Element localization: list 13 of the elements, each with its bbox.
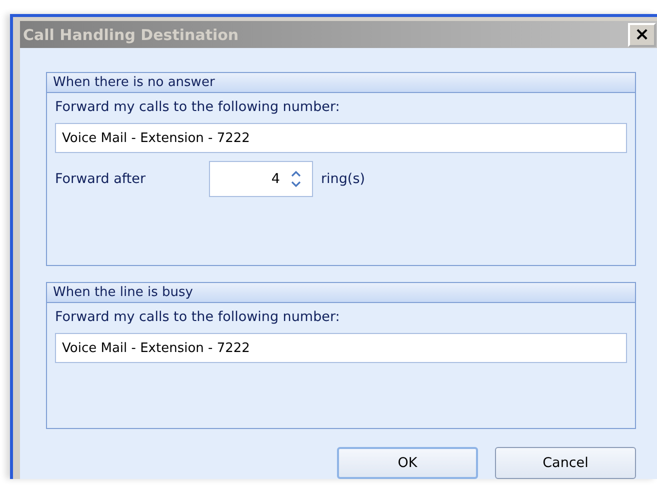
- destination-field[interactable]: Voice Mail - Extension - 7222: [55, 123, 627, 153]
- window-title: Call Handling Destination: [23, 26, 239, 44]
- rings-unit: ring(s): [321, 171, 365, 187]
- forward-after-label: Forward after: [55, 171, 147, 187]
- group-header: When the line is busy: [47, 283, 635, 303]
- close-button[interactable]: ×: [628, 22, 656, 46]
- group-header: When there is no answer: [47, 73, 635, 93]
- forward-prompt: Forward my calls to the following number:: [55, 309, 341, 325]
- ok-button[interactable]: OK: [337, 447, 478, 479]
- forward-prompt: Forward my calls to the following number:: [55, 99, 341, 115]
- destination-field[interactable]: Voice Mail - Extension - 7222: [55, 333, 627, 363]
- ring-count-spinner[interactable]: 4: [209, 161, 313, 197]
- cancel-button[interactable]: Cancel: [495, 447, 636, 479]
